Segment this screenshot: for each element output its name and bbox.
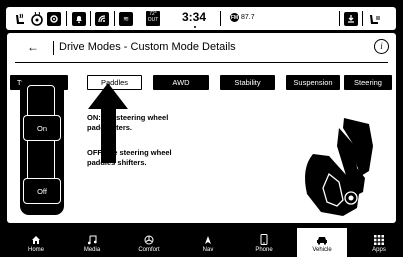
home-icon <box>31 230 41 245</box>
pointer-arrow-icon <box>88 83 128 163</box>
tab-stability[interactable]: Stability <box>220 75 275 90</box>
nav-home[interactable]: Home <box>18 228 54 257</box>
climate-icon[interactable]: ≋ <box>119 10 133 27</box>
fan-icon <box>144 230 154 245</box>
apps-grid-icon <box>374 230 384 245</box>
clock-indicator-dot <box>194 26 196 28</box>
status-bar: ≋ 72° OUT 3:34 FM 87.7 <box>6 7 396 30</box>
seat-ventilation-icon[interactable] <box>367 10 383 27</box>
nav-comfort[interactable]: Comfort <box>131 228 167 257</box>
bottom-nav: Home Media Comfort Nav Phone Vehicle App… <box>0 228 403 257</box>
info-icon[interactable]: i <box>374 39 389 54</box>
nav-home-label: Home <box>27 247 44 253</box>
paddle-shifter-illustration <box>305 118 373 216</box>
nav-vehicle-label: Vehicle <box>312 247 332 253</box>
paddle-on-button[interactable]: On <box>23 115 61 141</box>
download-icon[interactable] <box>344 10 358 27</box>
wifi-hotspot-icon[interactable] <box>95 10 109 27</box>
screen: ≋ 72° OUT 3:34 FM 87.7 ← Drive Modes - C… <box>0 0 403 257</box>
nav-apps-label: Apps <box>372 247 386 253</box>
nav-comfort-label: Comfort <box>138 247 160 253</box>
outside-temp: 72° OUT <box>146 11 160 26</box>
heated-seat-icon[interactable] <box>14 10 28 27</box>
tab-awd[interactable]: AWD <box>153 75 209 90</box>
nav-phone-label: Phone <box>255 247 273 253</box>
settings-gear-icon[interactable] <box>47 10 61 27</box>
music-note-icon <box>87 230 97 245</box>
nav-media-label: Media <box>83 247 101 253</box>
radio-station[interactable]: FM 87.7 <box>230 13 255 22</box>
back-arrow-icon[interactable]: ← <box>27 40 39 54</box>
nav-media[interactable]: Media <box>74 228 110 257</box>
tab-suspension[interactable]: Suspension <box>286 75 340 90</box>
nav-phone[interactable]: Phone <box>246 228 282 257</box>
navigation-arrow-icon <box>203 230 213 245</box>
heated-wheel-icon[interactable] <box>30 10 44 27</box>
nav-nav[interactable]: Nav <box>190 228 226 257</box>
notification-bell-icon[interactable] <box>72 10 86 27</box>
header-divider <box>15 62 388 63</box>
nav-apps[interactable]: Apps <box>361 228 397 257</box>
outside-temp-label: OUT <box>147 17 159 23</box>
nav-vehicle[interactable]: Vehicle <box>297 228 347 257</box>
title-divider <box>53 41 54 55</box>
nav-nav-label: Nav <box>202 247 214 253</box>
status-divider <box>114 11 115 26</box>
paddle-off-button[interactable]: Off <box>23 178 61 204</box>
status-divider <box>220 11 221 26</box>
status-divider <box>362 11 363 26</box>
status-divider <box>90 11 91 26</box>
tab-steering[interactable]: Steering <box>344 75 392 90</box>
clock: 3:34 <box>181 10 207 24</box>
status-divider <box>66 11 67 26</box>
radio-frequency: 87.7 <box>241 14 255 21</box>
page-title: Drive Modes - Custom Mode Details <box>59 41 236 53</box>
status-divider <box>339 11 340 26</box>
car-icon <box>316 230 328 245</box>
radio-badge-icon: FM <box>230 13 239 22</box>
phone-icon <box>260 230 268 245</box>
main-panel: ← Drive Modes - Custom Mode Details i Tr… <box>7 33 396 223</box>
